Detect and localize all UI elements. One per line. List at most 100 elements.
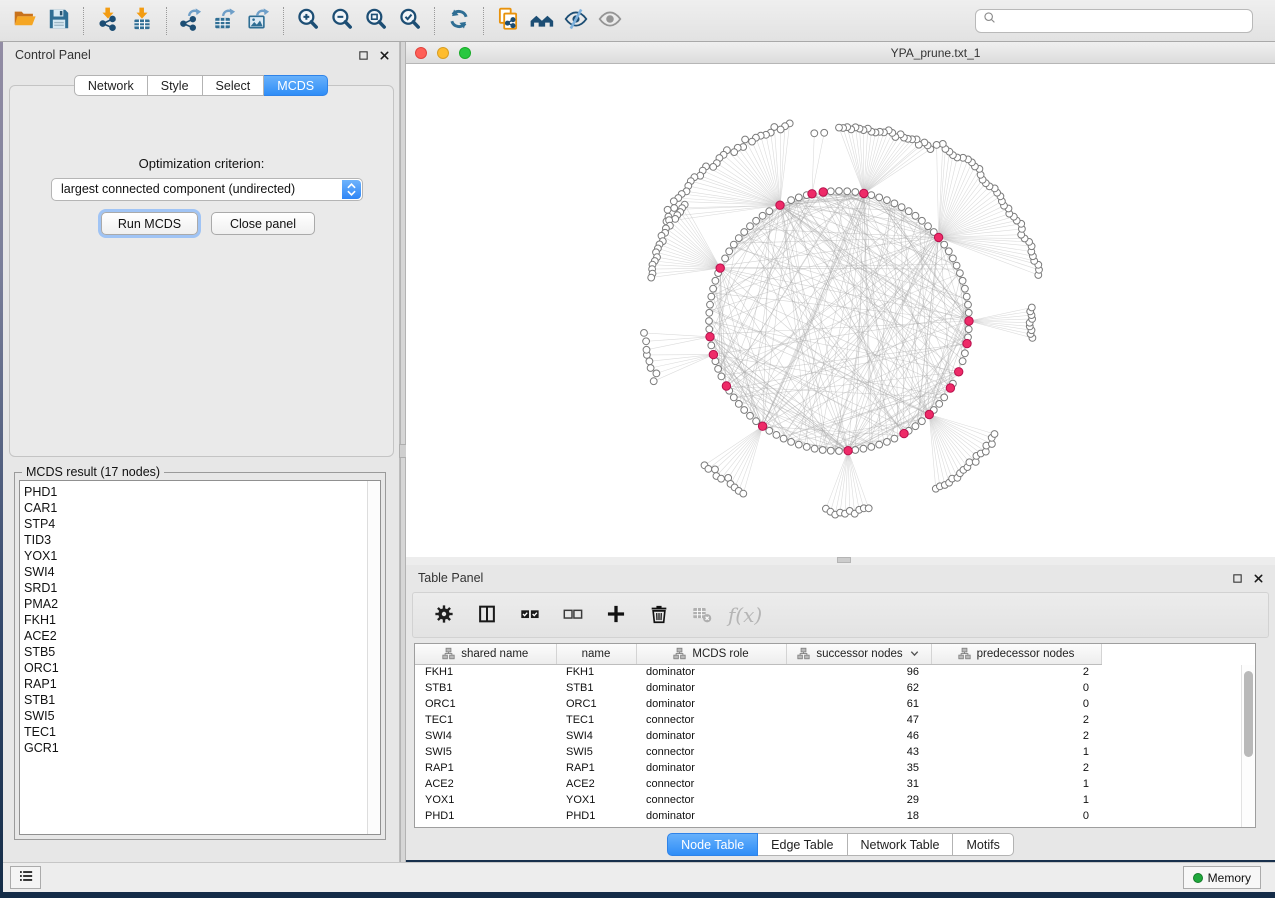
table-cell-predecessor_nodes[interactable]: 2	[931, 760, 1101, 776]
graph-mcds-node[interactable]	[758, 422, 766, 430]
table-row[interactable]: ORC1ORC1dominator610	[415, 696, 1255, 712]
graph-node[interactable]	[706, 309, 713, 316]
save-session-button[interactable]	[42, 5, 76, 37]
table-cell-mcds_role[interactable]: dominator	[636, 760, 786, 776]
graph-node[interactable]	[941, 394, 948, 401]
table-cell-predecessor_nodes[interactable]: 1	[931, 744, 1101, 760]
graph-node[interactable]	[876, 441, 883, 448]
graph-node[interactable]	[963, 293, 970, 300]
table-cell-mcds_role[interactable]: connector	[636, 792, 786, 808]
table-cell-shared_name[interactable]: SWI4	[415, 728, 556, 744]
table-row[interactable]: SWI5SWI5connector431	[415, 744, 1255, 760]
graph-node[interactable]	[726, 248, 733, 255]
mcds-result-item[interactable]: CAR1	[24, 500, 380, 516]
graph-node[interactable]	[836, 188, 843, 195]
graph-mcds-node[interactable]	[900, 429, 908, 437]
graph-mcds-node[interactable]	[709, 350, 717, 358]
graph-node[interactable]	[741, 407, 748, 414]
float-window-icon[interactable]	[356, 48, 370, 62]
run-mcds-button[interactable]: Run MCDS	[101, 212, 198, 235]
mcds-result-item[interactable]: ORC1	[24, 660, 380, 676]
tab-motifs[interactable]: Motifs	[953, 833, 1013, 856]
table-cell-mcds_role[interactable]: dominator	[636, 808, 786, 824]
first-neighbors-button[interactable]	[525, 5, 559, 37]
mcds-list-scrollbar[interactable]	[367, 481, 380, 834]
graph-node[interactable]	[844, 188, 851, 195]
table-row[interactable]: RAP1RAP1dominator352	[415, 760, 1255, 776]
graph-node[interactable]	[912, 423, 919, 430]
graph-node[interactable]	[884, 197, 891, 204]
mcds-result-item[interactable]: GCR1	[24, 740, 380, 756]
table-cell-shared_name[interactable]: ACE2	[415, 776, 556, 792]
graph-node[interactable]	[860, 445, 867, 452]
graph-node[interactable]	[643, 338, 650, 345]
table-row[interactable]: FKH1FKH1dominator962	[415, 664, 1255, 680]
graph-node[interactable]	[868, 444, 875, 451]
graph-node[interactable]	[925, 223, 932, 230]
graph-mcds-node[interactable]	[963, 339, 971, 347]
graph-node[interactable]	[718, 373, 725, 380]
mcds-result-item[interactable]: PHD1	[24, 484, 380, 500]
graph-node[interactable]	[941, 241, 948, 248]
graph-node[interactable]	[965, 326, 972, 333]
open-file-button[interactable]	[8, 5, 42, 37]
graph-node[interactable]	[718, 475, 725, 482]
mcds-result-item[interactable]: STP4	[24, 516, 380, 532]
graph-node[interactable]	[939, 141, 946, 148]
graph-node[interactable]	[740, 490, 747, 497]
table-cell-name[interactable]: ORC1	[556, 696, 636, 712]
table-cell-name[interactable]: ACE2	[556, 776, 636, 792]
graph-node[interactable]	[671, 205, 678, 212]
graph-node[interactable]	[653, 370, 660, 377]
table-cell-predecessor_nodes[interactable]: 2	[931, 728, 1101, 744]
graph-node[interactable]	[731, 149, 738, 156]
import-network-button[interactable]	[91, 5, 125, 37]
table-cell-successor_nodes[interactable]: 96	[786, 664, 931, 680]
tab-node-table[interactable]: Node Table	[667, 833, 758, 856]
graph-node[interactable]	[891, 435, 898, 442]
graph-node[interactable]	[827, 188, 834, 195]
graph-node[interactable]	[811, 130, 818, 137]
column-header-predecessor-nodes[interactable]: predecessor nodes	[931, 644, 1101, 664]
table-cell-name[interactable]: SWI4	[556, 728, 636, 744]
node-table-scrollbar[interactable]	[1241, 665, 1255, 827]
table-cell-mcds_role[interactable]: connector	[636, 744, 786, 760]
tab-select[interactable]: Select	[203, 75, 265, 96]
graph-node[interactable]	[803, 444, 810, 451]
graph-mcds-node[interactable]	[934, 233, 942, 241]
table-row[interactable]: TEC1TEC1connector472	[415, 712, 1255, 728]
hide-selected-button[interactable]	[559, 5, 593, 37]
graph-node[interactable]	[788, 439, 795, 446]
mcds-result-item[interactable]: SRD1	[24, 580, 380, 596]
graph-node[interactable]	[898, 204, 905, 211]
table-cell-name[interactable]: TEC1	[556, 712, 636, 728]
column-header-MCDS-role[interactable]: MCDS role	[636, 644, 786, 664]
graph-node[interactable]	[965, 301, 972, 308]
graph-node[interactable]	[819, 447, 826, 454]
graph-node[interactable]	[876, 194, 883, 201]
graph-node[interactable]	[753, 418, 760, 425]
clone-network-button[interactable]	[491, 5, 525, 37]
graph-node[interactable]	[991, 431, 998, 438]
graph-node[interactable]	[706, 318, 713, 325]
mcds-result-item[interactable]: TEC1	[24, 724, 380, 740]
graph-node[interactable]	[730, 241, 737, 248]
mcds-result-item[interactable]: SWI5	[24, 708, 380, 724]
mcds-result-item[interactable]: YOX1	[24, 548, 380, 564]
zoom-fit-button[interactable]	[359, 5, 393, 37]
graph-node[interactable]	[747, 223, 754, 230]
horizontal-splitter[interactable]	[406, 557, 1275, 565]
graph-node[interactable]	[773, 432, 780, 439]
node-table-scroll-thumb[interactable]	[1244, 671, 1253, 757]
column-header-name[interactable]: name	[556, 644, 636, 664]
graph-node[interactable]	[945, 248, 952, 255]
table-cell-shared_name[interactable]: YOX1	[415, 792, 556, 808]
export-table-button[interactable]	[208, 5, 242, 37]
graph-node[interactable]	[959, 277, 966, 284]
tab-mcds[interactable]: MCDS	[264, 75, 328, 96]
table-cell-shared_name[interactable]: TEC1	[415, 712, 556, 728]
table-cell-name[interactable]: PHD1	[556, 808, 636, 824]
table-cell-mcds_role[interactable]: dominator	[636, 728, 786, 744]
graph-node[interactable]	[962, 350, 969, 357]
graph-mcds-node[interactable]	[819, 188, 827, 196]
